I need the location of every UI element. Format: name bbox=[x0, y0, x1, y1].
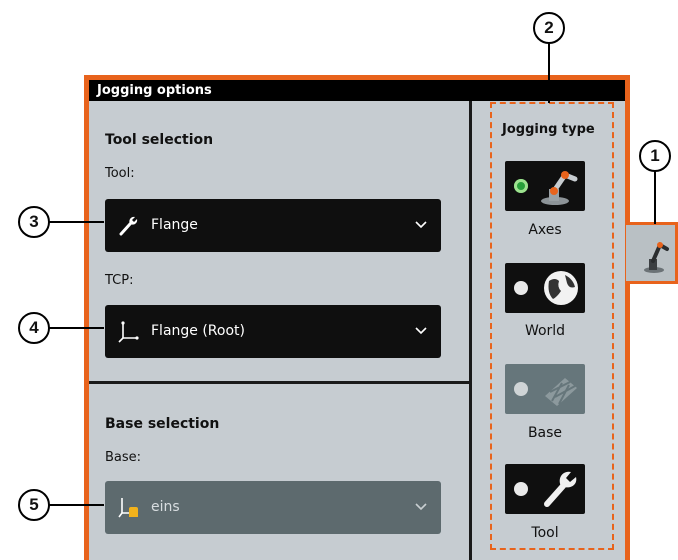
vertical-divider bbox=[469, 101, 472, 560]
base-selection-title: Base selection bbox=[105, 416, 220, 432]
callout-1: 1 bbox=[639, 140, 671, 172]
wrench-icon bbox=[544, 471, 577, 507]
jogging-type-title: Jogging type bbox=[502, 122, 595, 137]
callout-2-leader bbox=[548, 43, 550, 103]
jog-base-label: Base bbox=[527, 425, 563, 441]
callout-4-leader bbox=[48, 327, 104, 329]
grid-icon bbox=[545, 378, 577, 406]
callout-2: 2 bbox=[533, 12, 565, 44]
tcp-dropdown-value: Flange (Root) bbox=[151, 323, 245, 339]
panel-title: Jogging options bbox=[89, 80, 625, 101]
coordinate-axes-icon bbox=[118, 321, 139, 343]
chevron-down-icon bbox=[415, 221, 427, 229]
tool-label: Tool: bbox=[105, 166, 135, 181]
radio-unselected-icon bbox=[514, 482, 528, 496]
jog-axes-label: Axes bbox=[528, 222, 562, 238]
radio-selected-icon bbox=[514, 179, 528, 193]
base-dropdown[interactable]: eins bbox=[105, 481, 441, 534]
tcp-dropdown[interactable]: Flange (Root) bbox=[105, 305, 441, 358]
base-label: Base: bbox=[105, 450, 142, 465]
jog-tool-label: Tool bbox=[531, 525, 559, 541]
robot-arm-icon bbox=[644, 242, 669, 273]
callout-5-leader bbox=[48, 504, 104, 506]
base-dropdown-value: eins bbox=[151, 499, 180, 515]
horizontal-divider bbox=[89, 381, 469, 384]
tool-selection-title: Tool selection bbox=[105, 132, 214, 148]
jog-world-label: World bbox=[524, 323, 566, 339]
tool-dropdown-value: Flange bbox=[151, 217, 198, 233]
wrench-icon bbox=[119, 216, 138, 236]
jogging-side-tab[interactable] bbox=[626, 222, 678, 284]
callout-3: 3 bbox=[18, 206, 50, 238]
callout-3-leader bbox=[48, 221, 104, 223]
radio-unselected-icon bbox=[514, 382, 528, 396]
callout-4: 4 bbox=[18, 312, 50, 344]
jog-axes-button[interactable] bbox=[505, 161, 585, 211]
jog-world-button[interactable] bbox=[505, 263, 585, 313]
radio-unselected-icon bbox=[514, 281, 528, 295]
chevron-down-icon bbox=[415, 503, 427, 511]
globe-icon bbox=[544, 271, 578, 305]
tool-dropdown[interactable]: Flange bbox=[105, 199, 441, 252]
tcp-label: TCP: bbox=[105, 273, 134, 288]
callout-1-leader bbox=[654, 170, 656, 224]
jog-tool-button[interactable] bbox=[505, 464, 585, 514]
jog-base-button[interactable] bbox=[505, 364, 585, 414]
base-hand-icon bbox=[118, 498, 138, 518]
chevron-down-icon bbox=[415, 327, 427, 335]
callout-5: 5 bbox=[18, 489, 50, 521]
robot-arm-icon bbox=[541, 171, 578, 205]
